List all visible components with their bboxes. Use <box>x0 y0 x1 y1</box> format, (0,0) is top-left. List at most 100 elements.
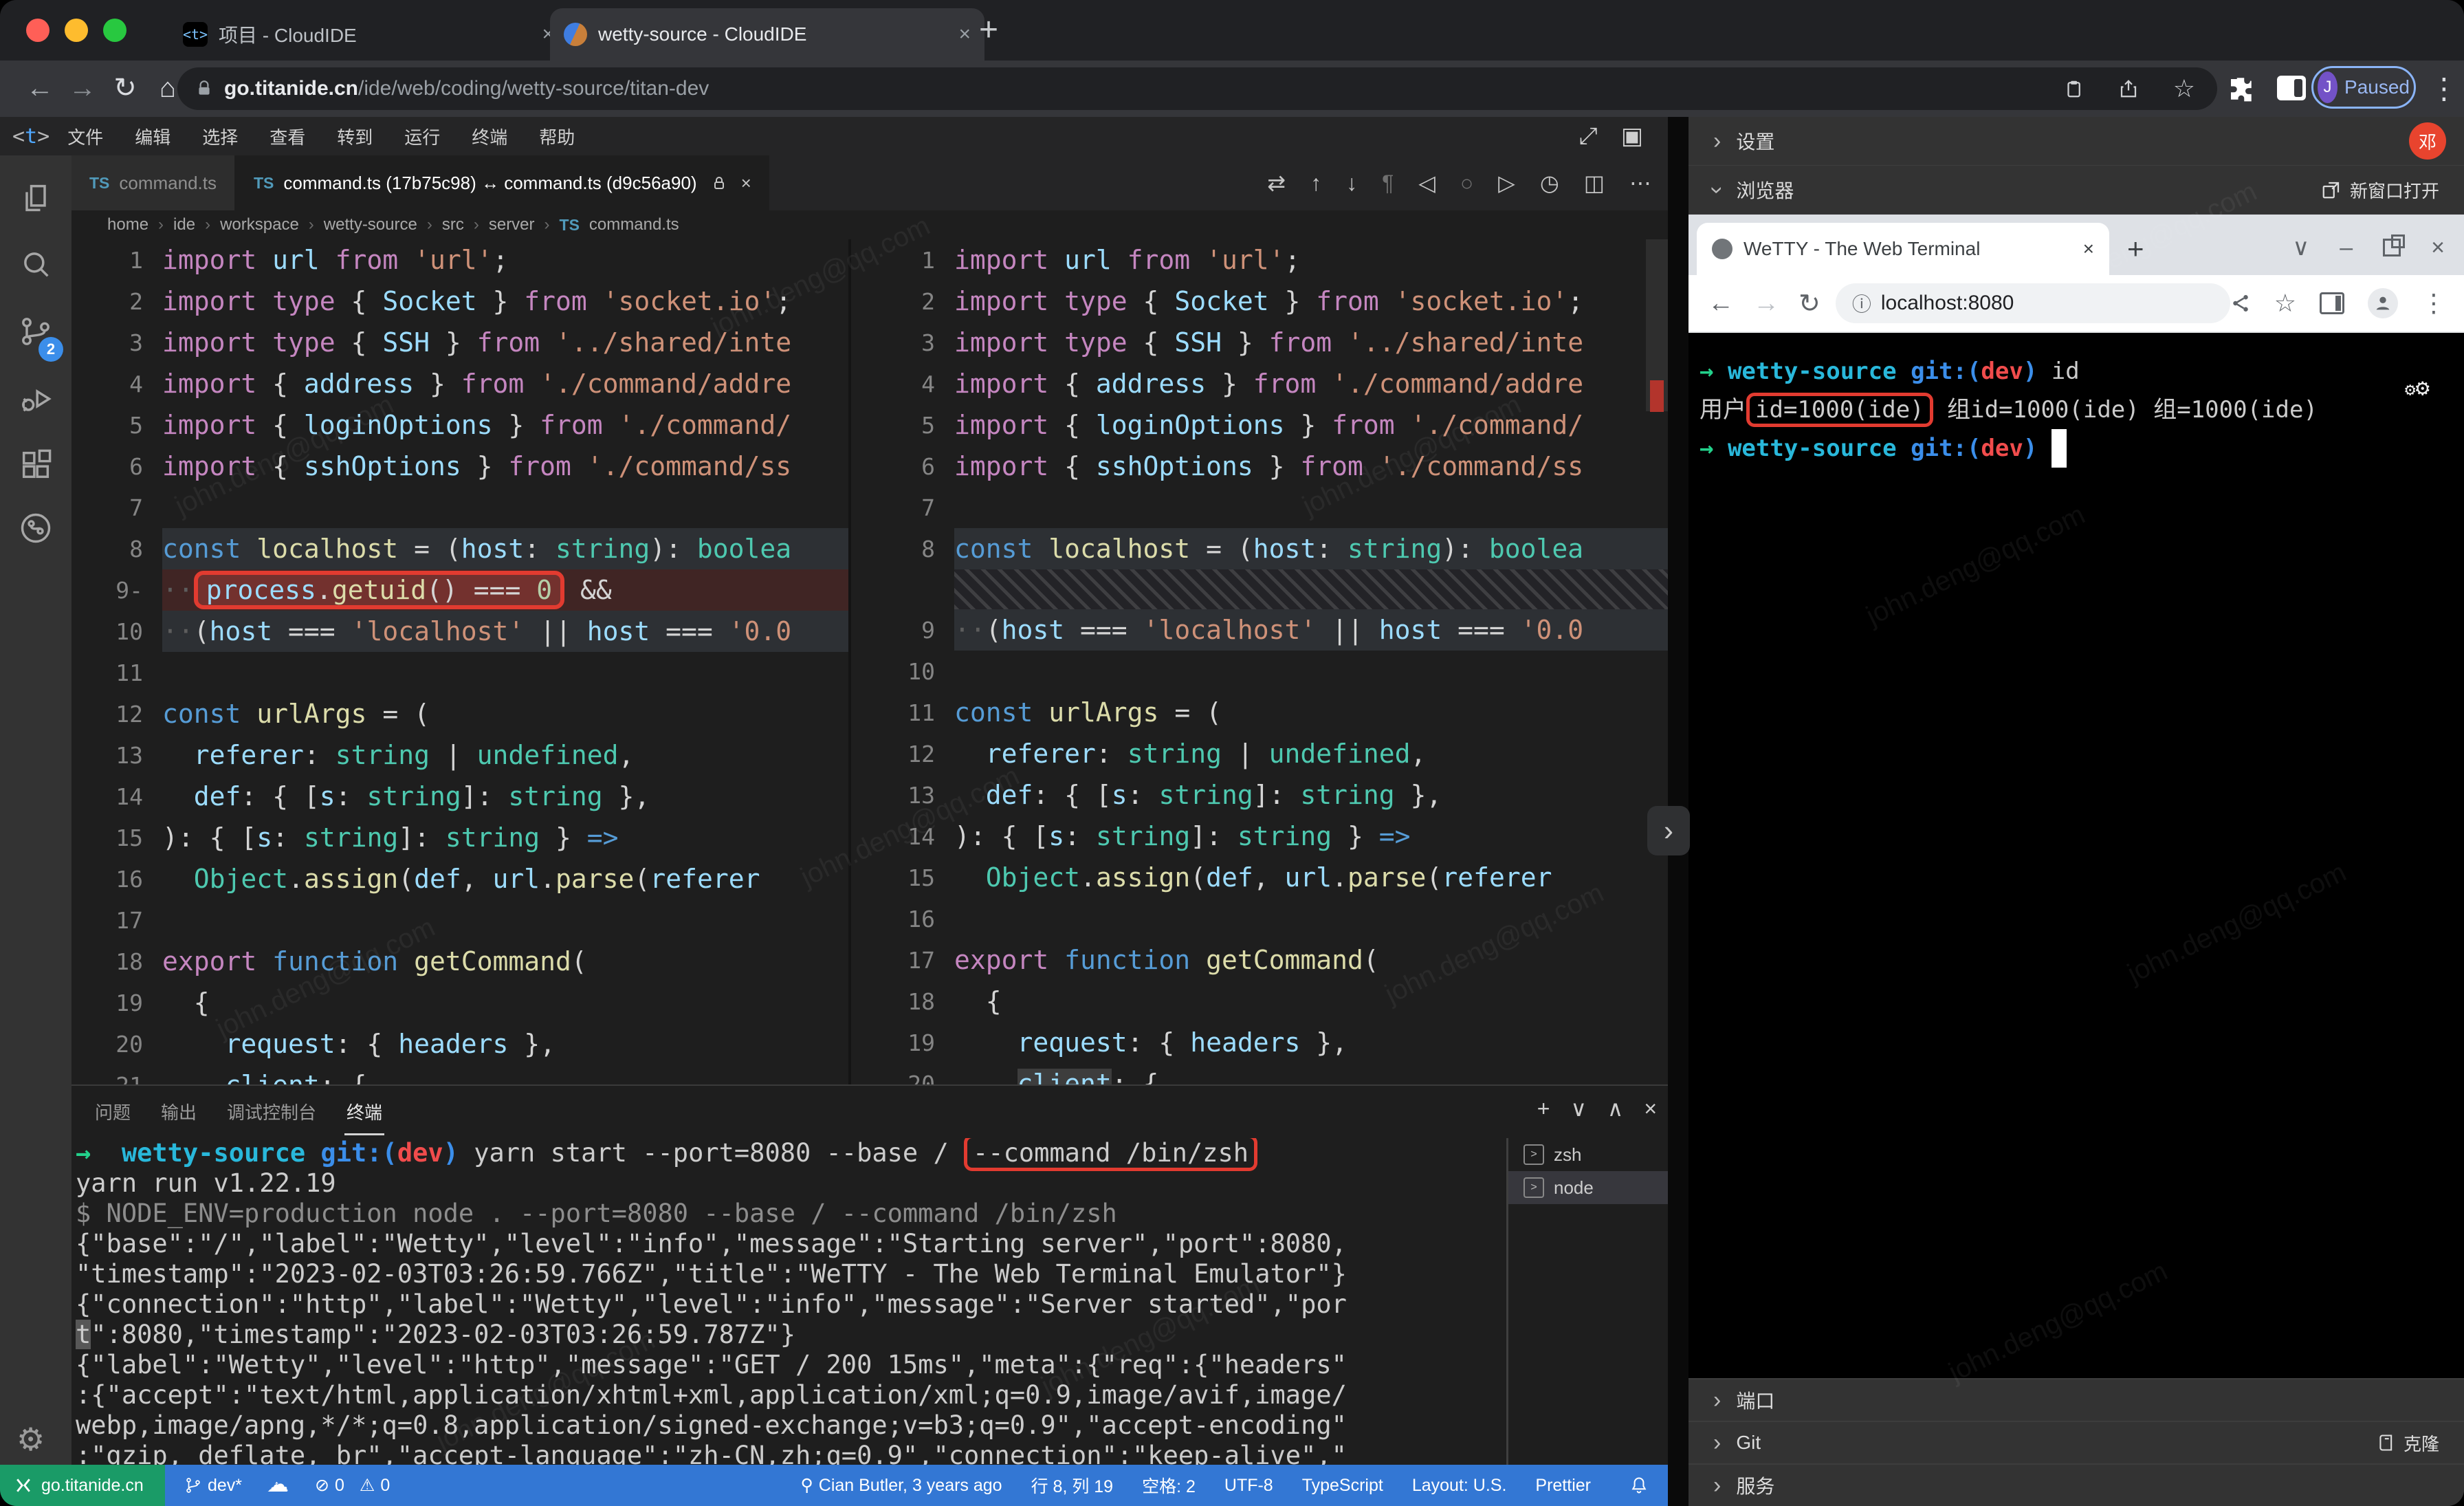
open-changes-icon[interactable]: ⇄ <box>1267 170 1286 196</box>
branch-indicator[interactable]: dev* <box>184 1476 242 1496</box>
diff-dot-icon[interactable]: ○ <box>1460 171 1473 196</box>
menu-item-选择[interactable]: 选择 <box>202 127 238 148</box>
status-item[interactable]: 空格: 2 <box>1142 1473 1196 1498</box>
kebab-menu-icon[interactable]: ⋮ <box>2421 289 2446 318</box>
panel-tab-调试控制台[interactable]: 调试控制台 <box>227 1099 316 1124</box>
status-item[interactable]: 行 8, 列 19 <box>1031 1473 1114 1498</box>
user-avatar[interactable]: 邓 <box>2409 122 2446 160</box>
section-Git[interactable]: ›Git克隆 <box>1688 1421 2464 1463</box>
forward-icon[interactable]: → <box>1753 289 1779 318</box>
new-terminal-icon[interactable]: + <box>1537 1096 1550 1122</box>
panel-tab-终端[interactable]: 终端 <box>346 1099 382 1124</box>
share-icon[interactable] <box>2230 293 2251 314</box>
profile-chip[interactable]: J Paused <box>2311 66 2416 109</box>
close-panel-icon[interactable]: × <box>1644 1096 1657 1122</box>
browser-tab-wetty-source[interactable]: wetty-source - CloudIDE × <box>550 8 984 61</box>
diff-pane-modified[interactable]: 1import url from 'url';2import type { So… <box>851 239 1668 1084</box>
settings-section-header[interactable]: › 设置 邓 <box>1688 117 2464 166</box>
chrome-menu-kebab-icon[interactable]: ⋮ <box>2430 72 2458 105</box>
macos-zoom-button[interactable] <box>103 19 126 42</box>
breadcrumb-item[interactable]: src <box>442 215 464 234</box>
code-review-icon[interactable] <box>18 510 54 546</box>
restore-window-icon[interactable] <box>2383 239 2401 257</box>
menu-item-转到[interactable]: 转到 <box>337 127 373 148</box>
diff-pane-original[interactable]: 1import url from 'url';2import type { So… <box>72 239 848 1084</box>
previous-change-up-icon[interactable]: ↑ <box>1310 171 1321 196</box>
back-icon[interactable]: ← <box>1708 289 1734 318</box>
maximize-panel-icon[interactable]: ∧ <box>1607 1095 1623 1122</box>
sync-changes-icon[interactable]: ☁↑ <box>267 1474 290 1497</box>
bookmark-star-icon[interactable]: ☆ <box>2274 289 2296 318</box>
panel-tab-输出[interactable]: 输出 <box>161 1099 197 1124</box>
close-tab-icon[interactable]: × <box>958 23 971 46</box>
back-icon[interactable]: ← <box>21 61 59 117</box>
layout-icon[interactable]: ▣ <box>1621 122 1643 150</box>
terminal-dropdown-icon[interactable]: ∨ <box>1570 1095 1586 1122</box>
bookmark-star-icon[interactable]: ☆ <box>2173 74 2195 103</box>
expand-panel-chevron[interactable]: › <box>1647 806 1690 855</box>
maximize-panel-icon[interactable]: ⤢ <box>1579 123 1598 150</box>
breadcrumb-item[interactable]: ide <box>173 215 195 234</box>
prev-diff-icon[interactable]: ◁ <box>1418 170 1436 196</box>
more-actions-icon[interactable]: ⋯ <box>1629 170 1651 196</box>
status-item[interactable]: UTF-8 <box>1224 1476 1273 1496</box>
menu-item-运行[interactable]: 运行 <box>404 127 440 148</box>
embedded-address-bar[interactable]: ⓘ localhost:8080 <box>1836 283 2230 323</box>
info-icon[interactable]: ⓘ <box>1852 290 1871 317</box>
problems-indicator[interactable]: ⊘0 ⚠0 <box>315 1475 390 1496</box>
split-editor-icon[interactable]: ◫ <box>1584 170 1605 196</box>
terminal-instance-node[interactable]: >node <box>1508 1171 1668 1204</box>
settings-gear-icon[interactable]: ⚙ <box>16 1421 45 1458</box>
close-editor-icon[interactable]: × <box>741 173 751 194</box>
menu-item-编辑[interactable]: 编辑 <box>135 127 170 148</box>
menu-item-帮助[interactable]: 帮助 <box>539 127 575 148</box>
panel-tab-问题[interactable]: 问题 <box>95 1099 131 1124</box>
menu-item-终端[interactable]: 终端 <box>472 127 507 148</box>
wetty-settings-gears-icon[interactable]: ⚙⚙ <box>2405 369 2430 409</box>
explorer-icon[interactable] <box>18 180 54 216</box>
status-item[interactable]: TypeScript <box>1302 1476 1383 1496</box>
menu-item-文件[interactable]: 文件 <box>67 127 103 148</box>
chevron-down-icon[interactable]: ∨ <box>2292 234 2309 261</box>
wetty-terminal-screen[interactable]: ⚙⚙ → wetty-source git:(dev) id用户id=1000(… <box>1688 333 2464 1379</box>
breadcrumb-item[interactable]: home <box>107 215 148 234</box>
menu-item-查看[interactable]: 查看 <box>270 127 305 148</box>
section-端口[interactable]: ›端口 <box>1688 1378 2464 1421</box>
open-new-window-button[interactable]: 新窗口打开 <box>2321 177 2439 203</box>
whitespace-icon[interactable]: ¶ <box>1382 171 1394 196</box>
breadcrumb-file[interactable]: command.ts <box>589 215 679 234</box>
macos-minimize-button[interactable] <box>65 19 88 42</box>
extensions-puzzle-icon[interactable] <box>2226 74 2255 103</box>
new-tab-button[interactable]: + <box>2127 232 2144 275</box>
embedded-browser-tab[interactable]: WeTTY - The Web Terminal × <box>1697 223 2109 275</box>
browser-section-header[interactable]: › 浏览器 新窗口打开 <box>1688 166 2464 215</box>
remote-indicator[interactable]: go.titanide.cn <box>0 1465 165 1506</box>
status-item[interactable]: ⚲Cian Butler, 3 years ago <box>800 1475 1002 1496</box>
terminal-instance-zsh[interactable]: >zsh <box>1508 1138 1668 1171</box>
minimize-icon[interactable]: – <box>2340 234 2353 261</box>
address-bar[interactable]: go.titanide.cn/ide/web/coding/wetty-sour… <box>177 67 2217 110</box>
close-window-icon[interactable]: × <box>2431 234 2445 261</box>
macos-close-button[interactable] <box>26 19 50 42</box>
reload-icon[interactable]: ↻ <box>106 61 144 117</box>
next-diff-icon[interactable]: ▷ <box>1498 170 1515 196</box>
status-item[interactable]: Prettier <box>1535 1476 1591 1496</box>
side-panel-icon[interactable] <box>2277 76 2306 100</box>
breadcrumb-item[interactable]: server <box>489 215 535 234</box>
notifications-bell-icon[interactable] <box>1629 1476 1649 1495</box>
section-服务[interactable]: ›服务 <box>1688 1463 2464 1506</box>
extensions-icon[interactable] <box>18 447 54 483</box>
next-change-down-icon[interactable]: ↓ <box>1346 171 1357 196</box>
status-item[interactable]: Layout: U.S. <box>1412 1476 1507 1496</box>
reload-icon[interactable]: ↻ <box>1798 288 1820 319</box>
run-debug-icon[interactable] <box>18 381 54 417</box>
forward-icon[interactable]: → <box>63 61 102 117</box>
side-panel-icon[interactable] <box>2320 292 2344 314</box>
browser-tab-project[interactable]: <t> 项目 - CloudIDE × <box>169 10 568 59</box>
close-tab-icon[interactable]: × <box>2083 238 2094 260</box>
breadcrumb-item[interactable]: wetty-source <box>324 215 417 234</box>
editor-tab-diff-command-ts[interactable]: TS command.ts (17b75c98) ↔ command.ts (d… <box>236 155 769 210</box>
timeline-icon[interactable]: ◷ <box>1540 170 1559 196</box>
breadcrumb-item[interactable]: workspace <box>220 215 299 234</box>
profile-icon[interactable] <box>2368 288 2398 318</box>
